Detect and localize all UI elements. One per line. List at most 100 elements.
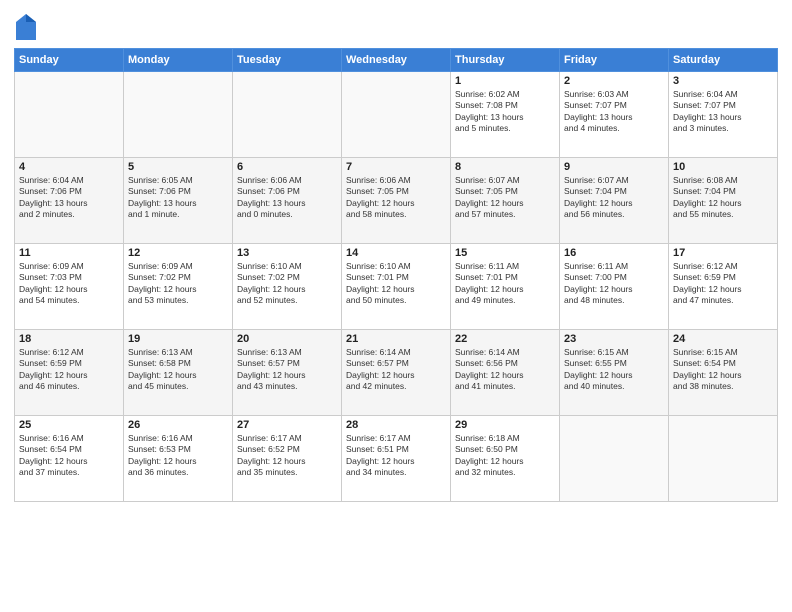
day-number: 9: [564, 161, 664, 173]
calendar-cell: 6 Sunrise: 6:06 AM Sunset: 7:06 PM Daylig…: [233, 158, 342, 244]
day-info: Sunrise: 6:18 AM Sunset: 6:50 PM Dayligh…: [455, 433, 555, 479]
day-number: 12: [128, 247, 228, 259]
calendar-table: SundayMondayTuesdayWednesdayThursdayFrid…: [14, 48, 778, 502]
day-number: 11: [19, 247, 119, 259]
page: SundayMondayTuesdayWednesdayThursdayFrid…: [0, 0, 792, 612]
day-info: Sunrise: 6:10 AM Sunset: 7:02 PM Dayligh…: [237, 261, 337, 307]
calendar-cell: 18 Sunrise: 6:12 AM Sunset: 6:59 PM Dayli…: [15, 330, 124, 416]
day-number: 4: [19, 161, 119, 173]
calendar-cell: 8 Sunrise: 6:07 AM Sunset: 7:05 PM Daylig…: [451, 158, 560, 244]
day-number: 24: [673, 333, 773, 345]
weekday-header-row: SundayMondayTuesdayWednesdayThursdayFrid…: [15, 49, 778, 72]
calendar-cell: [342, 72, 451, 158]
day-number: 22: [455, 333, 555, 345]
calendar-cell: 13 Sunrise: 6:10 AM Sunset: 7:02 PM Dayli…: [233, 244, 342, 330]
day-info: Sunrise: 6:12 AM Sunset: 6:59 PM Dayligh…: [673, 261, 773, 307]
day-number: 3: [673, 75, 773, 87]
day-number: 26: [128, 419, 228, 431]
day-number: 14: [346, 247, 446, 259]
calendar-cell: 16 Sunrise: 6:11 AM Sunset: 7:00 PM Dayli…: [560, 244, 669, 330]
weekday-header: Monday: [124, 49, 233, 72]
calendar-cell: 26 Sunrise: 6:16 AM Sunset: 6:53 PM Dayli…: [124, 416, 233, 502]
day-info: Sunrise: 6:13 AM Sunset: 6:57 PM Dayligh…: [237, 347, 337, 393]
calendar-cell: [560, 416, 669, 502]
day-number: 16: [564, 247, 664, 259]
day-number: 20: [237, 333, 337, 345]
calendar-cell: 23 Sunrise: 6:15 AM Sunset: 6:55 PM Dayli…: [560, 330, 669, 416]
day-number: 25: [19, 419, 119, 431]
day-number: 15: [455, 247, 555, 259]
day-info: Sunrise: 6:15 AM Sunset: 6:54 PM Dayligh…: [673, 347, 773, 393]
weekday-header: Friday: [560, 49, 669, 72]
day-number: 1: [455, 75, 555, 87]
calendar-cell: 17 Sunrise: 6:12 AM Sunset: 6:59 PM Dayli…: [669, 244, 778, 330]
day-number: 10: [673, 161, 773, 173]
day-info: Sunrise: 6:04 AM Sunset: 7:06 PM Dayligh…: [19, 175, 119, 221]
calendar-cell: 24 Sunrise: 6:15 AM Sunset: 6:54 PM Dayli…: [669, 330, 778, 416]
day-info: Sunrise: 6:12 AM Sunset: 6:59 PM Dayligh…: [19, 347, 119, 393]
calendar-cell: 22Sunrise: 6:14 AM Sunset: 6:56 PM Dayli…: [451, 330, 560, 416]
day-number: 8: [455, 161, 555, 173]
day-info: Sunrise: 6:10 AM Sunset: 7:01 PM Dayligh…: [346, 261, 446, 307]
day-info: Sunrise: 6:08 AM Sunset: 7:04 PM Dayligh…: [673, 175, 773, 221]
day-info: Sunrise: 6:17 AM Sunset: 6:52 PM Dayligh…: [237, 433, 337, 479]
day-info: Sunrise: 6:07 AM Sunset: 7:05 PM Dayligh…: [455, 175, 555, 221]
calendar-cell: 19 Sunrise: 6:13 AM Sunset: 6:58 PM Dayli…: [124, 330, 233, 416]
day-info: Sunrise: 6:09 AM Sunset: 7:03 PM Dayligh…: [19, 261, 119, 307]
calendar-week-row: 4 Sunrise: 6:04 AM Sunset: 7:06 PM Daylig…: [15, 158, 778, 244]
day-info: Sunrise: 6:11 AM Sunset: 7:00 PM Dayligh…: [564, 261, 664, 307]
calendar-cell: 15Sunrise: 6:11 AM Sunset: 7:01 PM Dayli…: [451, 244, 560, 330]
day-info: Sunrise: 6:03 AM Sunset: 7:07 PM Dayligh…: [564, 89, 664, 135]
calendar-cell: 14 Sunrise: 6:10 AM Sunset: 7:01 PM Dayli…: [342, 244, 451, 330]
calendar-week-row: 11 Sunrise: 6:09 AM Sunset: 7:03 PM Dayli…: [15, 244, 778, 330]
day-info: Sunrise: 6:07 AM Sunset: 7:04 PM Dayligh…: [564, 175, 664, 221]
calendar-cell: 28 Sunrise: 6:17 AM Sunset: 6:51 PM Dayli…: [342, 416, 451, 502]
calendar-week-row: 1Sunrise: 6:02 AM Sunset: 7:08 PM Daylig…: [15, 72, 778, 158]
calendar-cell: [124, 72, 233, 158]
day-info: Sunrise: 6:09 AM Sunset: 7:02 PM Dayligh…: [128, 261, 228, 307]
day-number: 23: [564, 333, 664, 345]
day-info: Sunrise: 6:15 AM Sunset: 6:55 PM Dayligh…: [564, 347, 664, 393]
day-number: 19: [128, 333, 228, 345]
calendar-week-row: 25 Sunrise: 6:16 AM Sunset: 6:54 PM Dayli…: [15, 416, 778, 502]
weekday-header: Tuesday: [233, 49, 342, 72]
logo-icon: [16, 14, 36, 40]
calendar-cell: 5 Sunrise: 6:05 AM Sunset: 7:06 PM Daylig…: [124, 158, 233, 244]
day-number: 13: [237, 247, 337, 259]
calendar-cell: [233, 72, 342, 158]
day-info: Sunrise: 6:17 AM Sunset: 6:51 PM Dayligh…: [346, 433, 446, 479]
calendar-cell: 29 Sunrise: 6:18 AM Sunset: 6:50 PM Dayli…: [451, 416, 560, 502]
calendar-cell: 9 Sunrise: 6:07 AM Sunset: 7:04 PM Daylig…: [560, 158, 669, 244]
calendar-cell: 10 Sunrise: 6:08 AM Sunset: 7:04 PM Dayli…: [669, 158, 778, 244]
day-info: Sunrise: 6:13 AM Sunset: 6:58 PM Dayligh…: [128, 347, 228, 393]
day-number: 6: [237, 161, 337, 173]
day-number: 7: [346, 161, 446, 173]
day-number: 28: [346, 419, 446, 431]
weekday-header: Wednesday: [342, 49, 451, 72]
header: [14, 10, 778, 40]
calendar-week-row: 18 Sunrise: 6:12 AM Sunset: 6:59 PM Dayli…: [15, 330, 778, 416]
day-number: 27: [237, 419, 337, 431]
day-info: Sunrise: 6:06 AM Sunset: 7:05 PM Dayligh…: [346, 175, 446, 221]
day-info: Sunrise: 6:16 AM Sunset: 6:53 PM Dayligh…: [128, 433, 228, 479]
day-number: 29: [455, 419, 555, 431]
calendar-cell: 27 Sunrise: 6:17 AM Sunset: 6:52 PM Dayli…: [233, 416, 342, 502]
day-info: Sunrise: 6:05 AM Sunset: 7:06 PM Dayligh…: [128, 175, 228, 221]
calendar-cell: 11 Sunrise: 6:09 AM Sunset: 7:03 PM Dayli…: [15, 244, 124, 330]
day-number: 5: [128, 161, 228, 173]
day-info: Sunrise: 6:06 AM Sunset: 7:06 PM Dayligh…: [237, 175, 337, 221]
day-number: 18: [19, 333, 119, 345]
day-number: 17: [673, 247, 773, 259]
calendar-cell: [669, 416, 778, 502]
day-info: Sunrise: 6:16 AM Sunset: 6:54 PM Dayligh…: [19, 433, 119, 479]
calendar-cell: 12 Sunrise: 6:09 AM Sunset: 7:02 PM Dayli…: [124, 244, 233, 330]
day-number: 21: [346, 333, 446, 345]
calendar-cell: 21Sunrise: 6:14 AM Sunset: 6:57 PM Dayli…: [342, 330, 451, 416]
calendar-cell: 20 Sunrise: 6:13 AM Sunset: 6:57 PM Dayli…: [233, 330, 342, 416]
weekday-header: Thursday: [451, 49, 560, 72]
logo: [14, 14, 40, 40]
calendar-cell: 3 Sunrise: 6:04 AM Sunset: 7:07 PM Daylig…: [669, 72, 778, 158]
day-info: Sunrise: 6:04 AM Sunset: 7:07 PM Dayligh…: [673, 89, 773, 135]
day-number: 2: [564, 75, 664, 87]
weekday-header: Sunday: [15, 49, 124, 72]
